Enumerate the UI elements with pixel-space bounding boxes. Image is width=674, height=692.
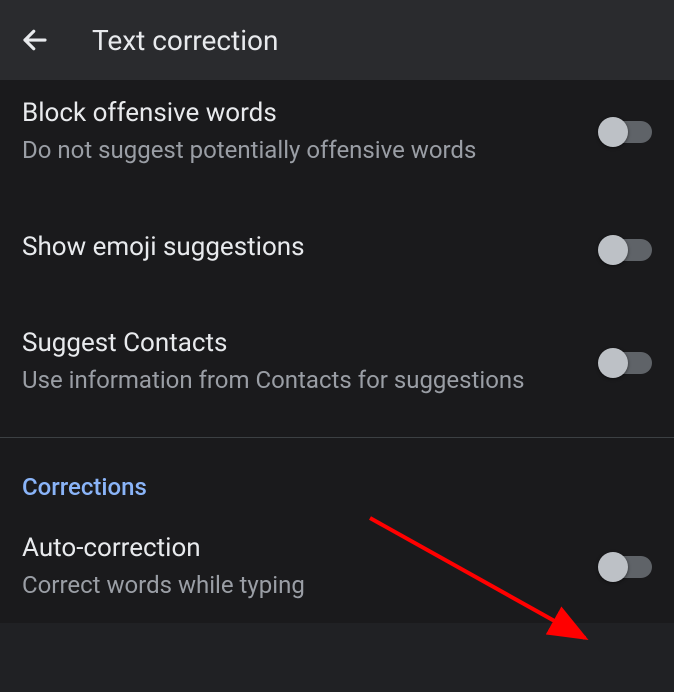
setting-title: Show emoji suggestions xyxy=(22,232,570,262)
setting-emoji-suggestions[interactable]: Show emoji suggestions xyxy=(0,192,674,308)
setting-title: Block offensive words xyxy=(22,98,570,128)
page-title: Text correction xyxy=(92,24,278,57)
toggle-auto-correction[interactable] xyxy=(600,556,652,578)
setting-title: Auto-correction xyxy=(22,533,570,563)
toggle-suggest-contacts[interactable] xyxy=(600,352,652,374)
setting-suggest-contacts[interactable]: Suggest Contacts Use information from Co… xyxy=(0,308,674,426)
section-header-corrections: Corrections xyxy=(0,438,674,519)
setting-subtitle: Correct words while typing xyxy=(22,569,570,601)
toggle-emoji-suggestions[interactable] xyxy=(600,239,652,261)
setting-block-offensive[interactable]: Block offensive words Do not suggest pot… xyxy=(0,80,674,192)
setting-subtitle: Do not suggest potentially offensive wor… xyxy=(22,134,570,166)
setting-title: Suggest Contacts xyxy=(22,328,570,358)
toggle-block-offensive[interactable] xyxy=(600,121,652,143)
setting-auto-correction[interactable]: Auto-correction Correct words while typi… xyxy=(0,519,674,623)
back-icon[interactable] xyxy=(18,23,52,57)
setting-subtitle: Use information from Contacts for sugges… xyxy=(22,364,570,396)
